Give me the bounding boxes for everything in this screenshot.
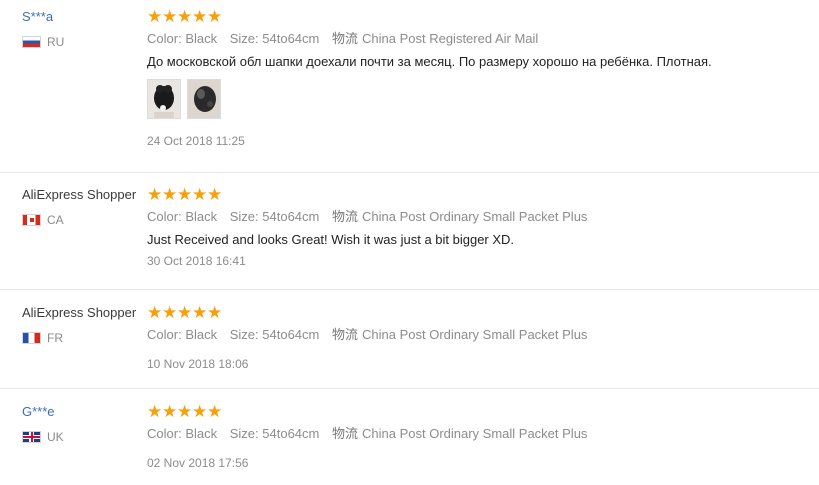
color-value: Black — [185, 426, 218, 441]
star-icon: ★ — [177, 185, 193, 205]
shipping-label: 物流 — [331, 426, 358, 441]
color-info: Color: Black — [147, 426, 217, 441]
star-icon: ★ — [207, 7, 223, 27]
star-icon: ★ — [162, 7, 178, 27]
shipping-method: China Post Ordinary Small Packet Plus — [362, 426, 588, 441]
color-value: Black — [185, 327, 218, 342]
review-text: Just Received and looks Great! Wish it w… — [147, 232, 515, 247]
reviewer-info: AliExpress Shopper FR — [22, 305, 142, 345]
color-label: Color: — [147, 209, 182, 224]
size-info: Size: 54to64cm — [230, 31, 320, 46]
star-rating: ★ ★ ★ ★ ★ — [147, 402, 819, 422]
star-icon: ★ — [177, 402, 193, 422]
star-icon: ★ — [192, 185, 208, 205]
country-code: FR — [47, 331, 63, 345]
reviewer-country: FR — [22, 331, 142, 345]
reviewer-info: G***e UK — [22, 404, 142, 444]
star-icon: ★ — [177, 303, 193, 323]
star-icon: ★ — [192, 303, 208, 323]
star-icon: ★ — [207, 402, 223, 422]
shipping-label: 物流 — [331, 327, 358, 342]
color-info: Color: Black — [147, 327, 217, 342]
order-info: Color: Black Size: 54to64cm 物流 China Post… — [147, 31, 819, 47]
reviewer-name[interactable]: S***a — [22, 9, 142, 25]
reviewer-country: RU — [22, 35, 142, 49]
reviewer-country: UK — [22, 430, 142, 444]
country-code: UK — [47, 430, 64, 444]
review-content: ★ ★ ★ ★ ★ Color: Black Size: 54to64cm 物流… — [147, 187, 819, 269]
size-label: Size: — [229, 209, 259, 224]
country-code: RU — [47, 35, 65, 49]
color-label: Color: — [147, 31, 182, 46]
russia-flag-icon — [22, 36, 41, 48]
review-photo-thumbnail[interactable] — [147, 79, 181, 119]
order-info: Color: Black Size: 54to64cm 物流 China Post… — [147, 209, 819, 225]
star-icon: ★ — [147, 303, 163, 323]
canada-flag-icon — [22, 214, 41, 226]
review-photos — [147, 79, 819, 119]
shipping-label: 物流 — [331, 31, 358, 46]
review-content: ★ ★ ★ ★ ★ Color: Black Size: 54to64cm 物流… — [147, 305, 819, 372]
star-rating: ★ ★ ★ ★ ★ — [147, 185, 819, 205]
color-info: Color: Black — [147, 209, 217, 224]
star-icon: ★ — [207, 185, 223, 205]
reviewer-name[interactable]: G***e — [22, 404, 142, 420]
review-item: S***a RU ★ ★ ★ ★ ★ Color: Black Size: 54… — [0, 0, 819, 173]
reviewer-name: AliExpress Shopper — [22, 187, 137, 202]
star-rating: ★ ★ ★ ★ ★ — [147, 303, 819, 323]
review-content: ★ ★ ★ ★ ★ Color: Black Size: 54to64cm 物流… — [147, 9, 819, 149]
reviewer-info: AliExpress Shopper CA — [22, 187, 142, 227]
shipping-method: China Post Registered Air Mail — [362, 31, 539, 46]
size-value: 54to64cm — [262, 31, 320, 46]
size-value: 54to64cm — [262, 209, 320, 224]
country-code: CA — [47, 213, 64, 227]
size-info: Size: 54to64cm — [230, 426, 320, 441]
star-rating: ★ ★ ★ ★ ★ — [147, 7, 819, 27]
review-date: 24 Oct 2018 11:25 — [147, 134, 245, 148]
star-icon: ★ — [162, 185, 178, 205]
shipping-method: China Post Ordinary Small Packet Plus — [362, 209, 588, 224]
reviewer-name: AliExpress Shopper — [22, 305, 137, 320]
color-label: Color: — [147, 327, 182, 342]
review-item: AliExpress Shopper CA ★ ★ ★ ★ ★ Color: B… — [0, 173, 819, 290]
review-content: ★ ★ ★ ★ ★ Color: Black Size: 54to64cm 物流… — [147, 404, 819, 471]
review-item: AliExpress Shopper FR ★ ★ ★ ★ ★ Color: B… — [0, 290, 819, 389]
star-icon: ★ — [162, 303, 178, 323]
review-date: 02 Nov 2018 17:56 — [147, 456, 249, 470]
color-value: Black — [185, 209, 218, 224]
review-text: До московской обл шапки доехали почти за… — [147, 54, 712, 69]
star-icon: ★ — [147, 402, 163, 422]
star-icon: ★ — [177, 7, 193, 27]
reviewer-country: CA — [22, 213, 142, 227]
shipping-label: 物流 — [331, 209, 358, 224]
review-date: 30 Oct 2018 16:41 — [147, 254, 246, 268]
star-icon: ★ — [192, 7, 208, 27]
shipping-method: China Post Ordinary Small Packet Plus — [362, 327, 588, 342]
star-icon: ★ — [192, 402, 208, 422]
size-label: Size: — [229, 31, 259, 46]
review-date: 10 Nov 2018 18:06 — [147, 357, 249, 371]
star-icon: ★ — [207, 303, 223, 323]
hat-photo-2-icon — [188, 80, 220, 118]
star-icon: ★ — [147, 185, 163, 205]
size-label: Size: — [229, 327, 259, 342]
reviewer-info: S***a RU — [22, 9, 142, 49]
color-value: Black — [185, 31, 218, 46]
star-icon: ★ — [147, 7, 163, 27]
color-info: Color: Black — [147, 31, 217, 46]
size-value: 54to64cm — [262, 327, 320, 342]
hat-photo-1-icon — [148, 80, 180, 118]
size-value: 54to64cm — [262, 426, 320, 441]
review-item: G***e UK ★ ★ ★ ★ ★ Color: Black Size: 54… — [0, 389, 819, 485]
order-info: Color: Black Size: 54to64cm 物流 China Post… — [147, 426, 819, 442]
uk-flag-icon — [22, 431, 41, 443]
review-photo-thumbnail[interactable] — [187, 79, 221, 119]
star-icon: ★ — [162, 402, 178, 422]
order-info: Color: Black Size: 54to64cm 物流 China Post… — [147, 327, 819, 343]
france-flag-icon — [22, 332, 41, 344]
color-label: Color: — [147, 426, 182, 441]
size-label: Size: — [229, 426, 259, 441]
size-info: Size: 54to64cm — [230, 209, 320, 224]
size-info: Size: 54to64cm — [230, 327, 320, 342]
